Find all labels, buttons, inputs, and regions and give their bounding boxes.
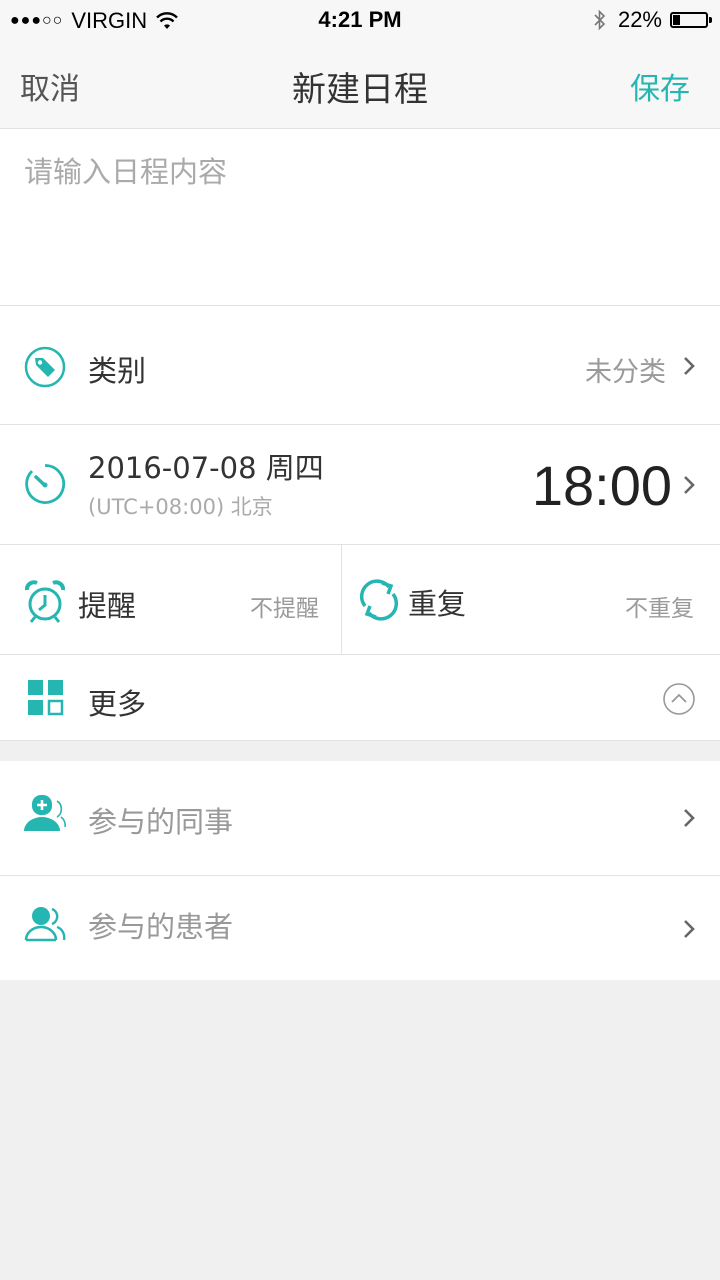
- battery-level: [673, 15, 681, 25]
- patients-row[interactable]: 参与的患者: [0, 876, 720, 980]
- colleagues-row[interactable]: 参与的同事: [0, 761, 720, 876]
- category-row[interactable]: 类别 未分类: [0, 306, 720, 425]
- repeat-cell[interactable]: 重复 不重复: [342, 545, 720, 654]
- category-value: 未分类: [585, 357, 666, 388]
- reminder-value: 不提醒: [250, 596, 319, 622]
- chevron-right-icon: [684, 809, 695, 827]
- timer-icon: [25, 464, 66, 504]
- battery-percent: 22%: [617, 7, 662, 32]
- battery-icon: [670, 12, 712, 28]
- tag-icon: [24, 346, 66, 388]
- more-label: 更多: [88, 687, 147, 721]
- repeat-icon: [359, 579, 399, 621]
- patients-label: 参与的患者: [88, 910, 234, 944]
- colleagues-label: 参与的同事: [88, 805, 234, 839]
- chevron-right-icon: [684, 920, 695, 938]
- cancel-button[interactable]: 取消: [20, 64, 80, 108]
- chevron-up-circle-icon[interactable]: [662, 682, 696, 716]
- navigation-bar: 取消 新建日程 保存: [0, 40, 720, 129]
- bluetooth-icon: [594, 9, 606, 31]
- schedule-content-input[interactable]: [22, 147, 696, 291]
- page-title: 新建日程: [292, 70, 428, 110]
- chevron-right-icon: [684, 357, 695, 375]
- reminder-label: 提醒: [78, 589, 137, 623]
- category-label: 类别: [88, 354, 147, 388]
- repeat-label: 重复: [408, 587, 467, 621]
- alarm-clock-icon: [25, 580, 65, 623]
- status-bar: ●●●○○ VIRGIN 4:21 PM 22%: [0, 0, 720, 40]
- chevron-right-icon: [684, 476, 695, 494]
- time-text: 18:00: [531, 454, 672, 517]
- timezone-text: (UTC+08:00) 北京: [88, 495, 273, 519]
- more-row[interactable]: 更多: [0, 655, 720, 741]
- doctor-icon: [24, 795, 66, 831]
- schedule-content-area: [0, 129, 720, 306]
- save-button[interactable]: 保存: [630, 64, 690, 108]
- reminder-repeat-row: 提醒 不提醒 重复 不重复: [0, 545, 720, 655]
- status-bar-right: 22%: [592, 7, 712, 33]
- section-divider: [0, 741, 720, 761]
- datetime-row[interactable]: 2016-07-08 周四 (UTC+08:00) 北京 18:00: [0, 425, 720, 545]
- date-text: 2016-07-08 周四: [88, 451, 324, 485]
- reminder-cell[interactable]: 提醒 不提醒: [0, 545, 342, 654]
- repeat-value: 不重复: [625, 596, 694, 622]
- patients-icon: [24, 907, 66, 942]
- grid-icon: [28, 680, 64, 716]
